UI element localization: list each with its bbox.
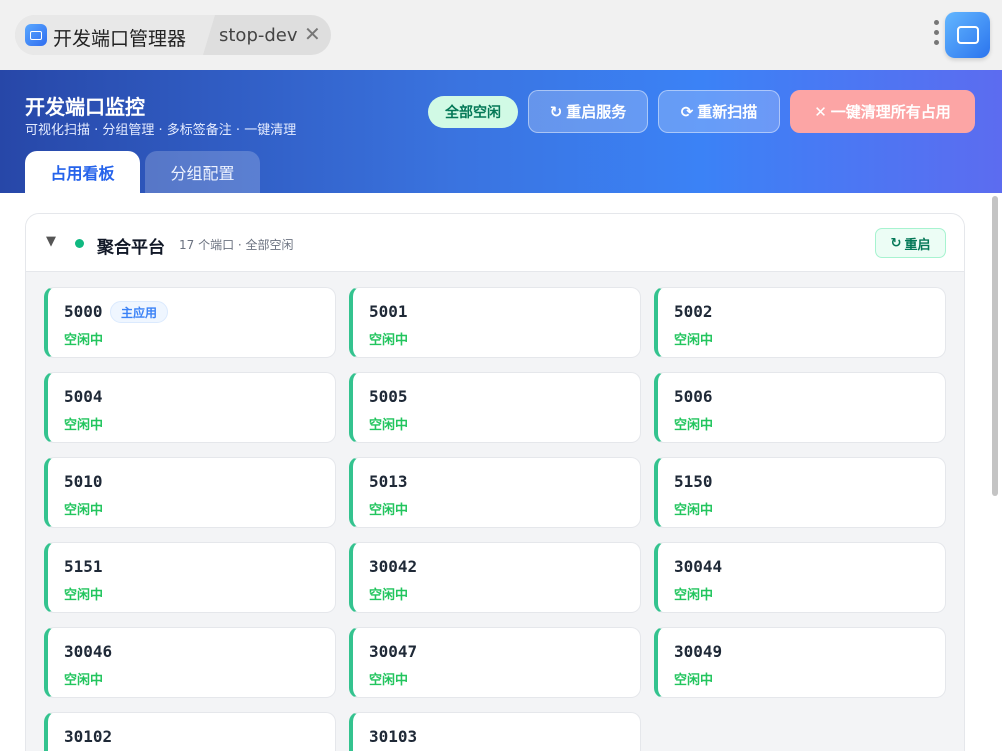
group-restart-label: 重启 xyxy=(904,237,931,253)
port-number: 30042 xyxy=(369,557,418,576)
more-menu-icon[interactable] xyxy=(931,20,941,50)
tab-stop-dev-label[interactable]: stop-dev xyxy=(219,25,298,46)
port-card[interactable]: 30047 空闲中 xyxy=(349,627,641,698)
port-card[interactable]: 5010 空闲中 xyxy=(44,457,336,528)
port-card[interactable]: 5001 空闲中 xyxy=(349,287,641,358)
close-icon[interactable]: ✕ xyxy=(304,24,321,44)
port-card[interactable]: 5004 空闲中 xyxy=(44,372,336,443)
port-card[interactable]: 5005 空闲中 xyxy=(349,372,641,443)
port-card[interactable]: 30102空闲中 xyxy=(44,712,336,751)
port-status: 空闲中 xyxy=(64,673,104,688)
tab-group: 开发端口管理器 stop-dev ✕ xyxy=(15,15,331,55)
page-subtitle: 可视化扫描 · 分组管理 · 多标签备注 · 一键清理 xyxy=(25,123,297,138)
group-name: 聚合平台 xyxy=(97,238,165,258)
clear-all-button[interactable]: ✕ 一键清理所有占用 xyxy=(790,90,975,133)
window-titlebar: 开发端口管理器 stop-dev ✕ xyxy=(0,0,1002,70)
page-title: 开发端口监控 xyxy=(25,95,145,119)
port-status: 空闲中 xyxy=(369,418,409,433)
port-card-grid: 5000 主应用 空闲中 5001 空闲中 5002 空闲中 5004 空闲中 5005 空闲中 50… xyxy=(44,287,948,751)
close-icon: ✕ xyxy=(814,102,827,121)
port-card[interactable]: 30103空闲中 xyxy=(349,712,641,751)
port-number: 5010 xyxy=(64,472,103,491)
app-monitor-icon xyxy=(25,24,47,46)
port-tag-badge: 主应用 xyxy=(110,301,169,323)
group-header[interactable]: ▼ 聚合平台 17 个端口 · 全部空闲 ↻ 重启 xyxy=(26,214,964,272)
port-status: 空闲中 xyxy=(64,418,104,433)
port-status: 空闲中 xyxy=(369,588,409,603)
restart-service-button[interactable]: ↻ 重启服务 xyxy=(528,90,648,133)
rotate-icon: ⟳ xyxy=(680,102,694,121)
port-status: 空闲中 xyxy=(369,333,409,348)
port-number: 30049 xyxy=(674,642,723,661)
group-meta: 17 个端口 · 全部空闲 xyxy=(179,238,294,252)
port-status: 空闲中 xyxy=(64,588,104,603)
port-status: 空闲中 xyxy=(674,673,714,688)
tab-usage-board[interactable]: 占用看板 xyxy=(25,151,140,193)
port-card[interactable]: 5000 主应用 空闲中 xyxy=(44,287,336,358)
port-card[interactable]: 5150 空闲中 xyxy=(654,457,946,528)
port-status: 空闲中 xyxy=(674,588,714,603)
port-card[interactable]: 30049 空闲中 xyxy=(654,627,946,698)
port-card[interactable]: 5013 空闲中 xyxy=(349,457,641,528)
scrollbar[interactable] xyxy=(992,196,998,496)
port-status: 空闲中 xyxy=(674,418,714,433)
page-header: 开发端口监控 可视化扫描 · 分组管理 · 多标签备注 · 一键清理 全部空闲 … xyxy=(0,70,1002,193)
port-card[interactable]: 5002 空闲中 xyxy=(654,287,946,358)
port-number: 30102 xyxy=(64,727,113,746)
port-card[interactable]: 5006 空闲中 xyxy=(654,372,946,443)
port-status: 空闲中 xyxy=(369,673,409,688)
port-number: 30046 xyxy=(64,642,113,661)
port-card[interactable]: 5151 空闲中 xyxy=(44,542,336,613)
status-badge: 全部空闲 xyxy=(428,96,518,128)
tab-group-config[interactable]: 分组配置 xyxy=(145,151,260,193)
port-number: 5151 xyxy=(64,557,103,576)
port-number: 5006 xyxy=(674,387,713,406)
refresh-icon: ↻ xyxy=(890,235,902,251)
port-number: 5150 xyxy=(674,472,713,491)
port-status: 空闲中 xyxy=(674,333,714,348)
port-number: 30044 xyxy=(674,557,723,576)
port-number: 5000 xyxy=(64,302,103,321)
port-status: 空闲中 xyxy=(64,503,104,518)
collapse-caret-icon[interactable]: ▼ xyxy=(46,234,56,249)
refresh-icon: ↻ xyxy=(549,102,563,121)
rescan-label: 重新扫描 xyxy=(697,103,758,121)
port-card[interactable]: 30046 空闲中 xyxy=(44,627,336,698)
port-number: 5013 xyxy=(369,472,408,491)
port-number: 5005 xyxy=(369,387,408,406)
rescan-button[interactable]: ⟳ 重新扫描 xyxy=(658,90,780,133)
port-number: 5001 xyxy=(369,302,408,321)
port-card[interactable]: 30042 空闲中 xyxy=(349,542,641,613)
port-status: 空闲中 xyxy=(369,503,409,518)
port-number: 30103 xyxy=(369,727,418,746)
port-number: 5002 xyxy=(674,302,713,321)
port-number: 5004 xyxy=(64,387,103,406)
status-dot-icon xyxy=(75,239,84,248)
port-status: 空闲中 xyxy=(64,333,104,348)
port-group-panel: ▼ 聚合平台 17 个端口 · 全部空闲 ↻ 重启 5000 主应用 空闲中 5001… xyxy=(25,213,965,751)
restart-service-label: 重启服务 xyxy=(566,103,627,121)
tab-port-manager-label[interactable]: 开发端口管理器 xyxy=(53,24,186,51)
app-launcher-icon[interactable] xyxy=(945,12,990,58)
port-card[interactable]: 30044 空闲中 xyxy=(654,542,946,613)
port-status: 空闲中 xyxy=(674,503,714,518)
clear-all-label: 一键清理所有占用 xyxy=(830,103,951,121)
group-restart-button[interactable]: ↻ 重启 xyxy=(875,228,946,258)
port-number: 30047 xyxy=(369,642,418,661)
